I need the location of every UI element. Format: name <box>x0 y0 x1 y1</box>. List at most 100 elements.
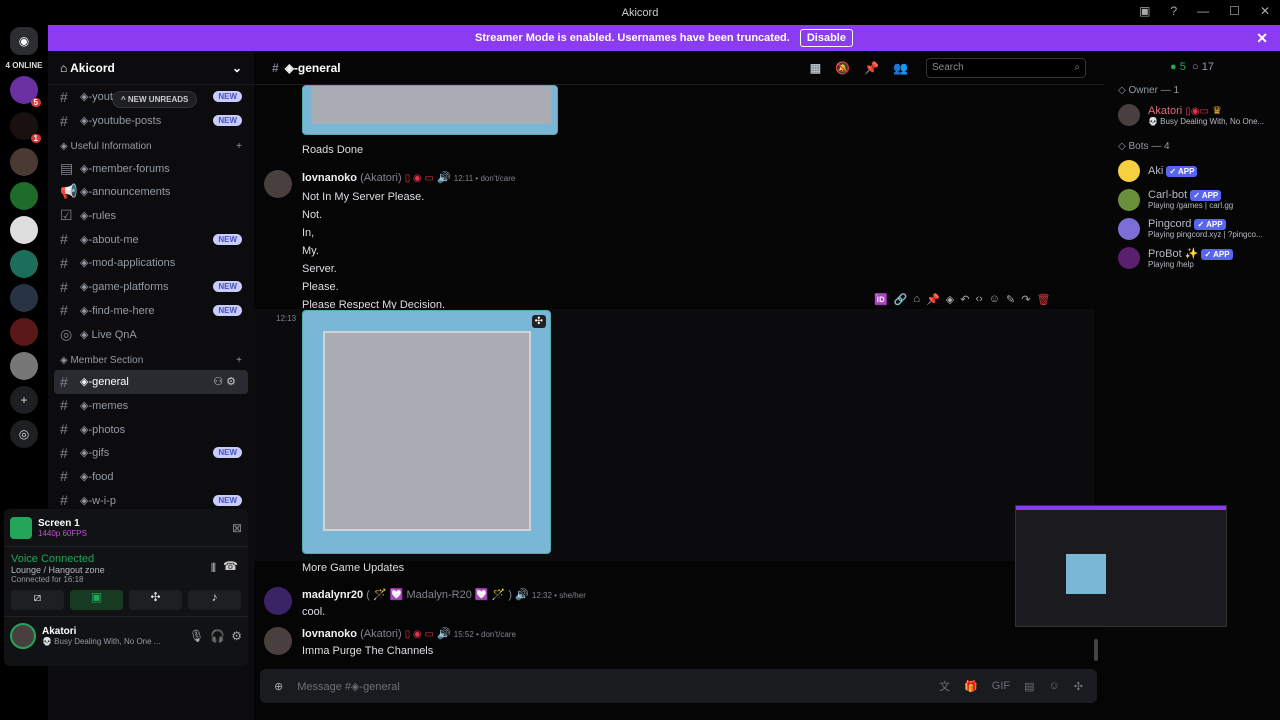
image-actions-icon[interactable]: ✣ <box>531 315 546 328</box>
server-icon[interactable]: 1 <box>10 112 41 143</box>
avatar[interactable] <box>264 170 292 198</box>
message-input[interactable]: Message #◈-general <box>297 680 925 693</box>
inbox-icon[interactable]: ▣ <box>1139 4 1150 18</box>
channel-item[interactable]: 📢 ◈-announcements <box>48 180 254 204</box>
delete-icon[interactable]: 🗑 <box>1036 293 1050 306</box>
add-server-icon[interactable]: + <box>10 386 38 414</box>
channel-item[interactable]: # ◈-mod-applications <box>48 251 254 275</box>
gif-icon[interactable]: GIF <box>992 680 1010 692</box>
gear-icon[interactable]: ⚙ <box>231 629 242 643</box>
activities-button[interactable]: ✣ <box>129 590 182 610</box>
emoji-icon[interactable]: ☺ <box>1049 680 1060 692</box>
speaker-icon: 🔊 <box>437 628 451 640</box>
channel-icon: # <box>60 254 68 271</box>
pin-icon[interactable]: 📌 <box>864 61 879 75</box>
channel-item[interactable]: # ◈-game-platforms NEW <box>48 275 254 299</box>
category-member-section[interactable]: ◈ Member Section + <box>48 346 254 370</box>
emoji-icon[interactable]: ☺ <box>989 293 1000 306</box>
channel-item[interactable]: # ◈-general ⚇ ⚙ <box>54 369 248 394</box>
close-button[interactable]: ✕ <box>1260 4 1270 18</box>
channel-item[interactable]: ☑ ◈-rules <box>48 204 254 228</box>
member-item[interactable]: Aki ✓ APP <box>1104 156 1280 185</box>
message-author[interactable]: madalynr20 <box>302 589 363 601</box>
message-image[interactable]: ✣ <box>302 310 551 554</box>
server-icon[interactable] <box>10 148 38 176</box>
disable-button[interactable]: Disable <box>799 29 853 47</box>
server-icon[interactable]: 5 <box>10 76 41 107</box>
channel-item[interactable]: ▤ ◈-member-forums <box>48 156 254 180</box>
plus-icon[interactable]: + <box>236 355 242 366</box>
message-author[interactable]: lovnanoko <box>302 172 357 184</box>
message-composer[interactable]: ⊕ Message #◈-general 文 🎁 GIF ▤ ☺ ✣ <box>260 669 1097 703</box>
edit-icon[interactable]: ✎ <box>1006 293 1015 306</box>
maximize-button[interactable]: ☐ <box>1229 4 1240 18</box>
channel-item[interactable]: # ◈-youtube-posts NEW <box>48 109 254 133</box>
channel-item[interactable]: ◎ ◈ Live QnA <box>48 322 254 346</box>
soundboard-button[interactable]: ♪ <box>188 590 241 610</box>
avatar[interactable] <box>264 627 292 655</box>
add-attachment-icon[interactable]: ⊕ <box>274 680 283 693</box>
discord-home-icon[interactable]: ◉ <box>10 27 38 55</box>
members-icon[interactable]: 👥 <box>893 61 908 75</box>
channel-icon: # <box>60 421 68 438</box>
code-icon[interactable]: ‹› <box>975 293 982 306</box>
stop-stream-icon[interactable]: ⊠ <box>232 521 242 535</box>
channel-item[interactable]: # ◈-yout NEW <box>48 85 254 109</box>
microphone-icon[interactable]: 🎙 <box>189 629 204 643</box>
mute-bell-icon[interactable]: 🔕 <box>835 61 850 75</box>
channel-icon: # <box>60 468 68 485</box>
minimize-button[interactable]: — <box>1197 4 1209 18</box>
scrollbar[interactable] <box>1094 639 1098 661</box>
invite-settings-icons[interactable]: ⚇ ⚙ <box>213 375 236 388</box>
pin-icon[interactable]: 📌 <box>926 293 940 306</box>
message-image[interactable] <box>302 85 558 135</box>
channel-item[interactable]: # ◈-gifs NEW <box>48 441 254 465</box>
screen-share-button[interactable]: ▣ <box>70 590 123 610</box>
search-input[interactable]: Search ⌕ <box>926 57 1086 78</box>
member-item[interactable]: Pingcord ✓ APP Playing pingcord.xyz | ?pi… <box>1104 214 1280 243</box>
stream-preview-pip[interactable] <box>1015 505 1227 627</box>
voice-channel[interactable]: Lounge / Hangout zone <box>11 565 241 575</box>
channel-item[interactable]: # ◈-memes <box>48 394 254 418</box>
close-icon[interactable]: ✕ <box>1256 30 1268 47</box>
server-icon[interactable] <box>10 216 38 244</box>
camera-button[interactable]: ⧄ <box>11 590 64 610</box>
threads-icon[interactable]: ▦ <box>810 61 821 75</box>
sticker-icon[interactable]: ▤ <box>1024 680 1034 693</box>
server-icon[interactable] <box>10 284 38 312</box>
channel-item[interactable]: # ◈-about-me NEW <box>48 227 254 251</box>
gift-icon[interactable]: 🎁 <box>964 680 978 693</box>
category-useful-information[interactable]: ◈ Useful Information + <box>48 132 254 156</box>
avatar[interactable] <box>10 623 36 649</box>
channel-item[interactable]: # ◈-photos <box>48 417 254 441</box>
user-status: 💀 Busy Dealing With, No One ... <box>42 637 161 646</box>
voice-status[interactable]: Voice Connected <box>11 553 241 565</box>
apps-icon[interactable]: ◈ <box>946 293 954 306</box>
thread-icon[interactable]: ⌂ <box>913 293 920 306</box>
server-icon[interactable] <box>10 318 38 346</box>
apps-icon[interactable]: ✣ <box>1074 680 1083 693</box>
server-icon[interactable] <box>10 182 38 210</box>
channel-item[interactable]: # ◈-find-me-here NEW <box>48 299 254 323</box>
member-item[interactable]: Akatori ▯◉▭ ♛ 💀 Busy Dealing With, No One… <box>1104 100 1280 129</box>
help-icon[interactable]: ? <box>1170 4 1177 18</box>
server-icon[interactable] <box>10 352 38 380</box>
headphones-icon[interactable]: 🎧 <box>210 629 225 643</box>
link-icon[interactable]: 🔗 <box>894 293 908 306</box>
noise-suppression-icon[interactable]: ⦀ <box>211 561 216 576</box>
new-badge: NEW <box>213 281 242 293</box>
server-icon[interactable] <box>10 250 38 278</box>
channel-item[interactable]: # ◈-food <box>48 465 254 489</box>
forward-icon[interactable]: ↷ <box>1021 293 1030 306</box>
plus-icon[interactable]: + <box>236 141 242 152</box>
member-item[interactable]: Carl-bot ✓ APP Playing /games | carl.gg <box>1104 185 1280 214</box>
avatar[interactable] <box>264 587 292 615</box>
discover-icon[interactable]: ◎ <box>10 420 38 448</box>
guild-header[interactable]: ⌂ Akicord ⌄ <box>48 51 254 85</box>
member-item[interactable]: ProBot ✨ ✓ APP Playing /help <box>1104 243 1280 272</box>
message-author[interactable]: lovnanoko <box>302 628 357 640</box>
id-icon[interactable]: 🆔 <box>874 293 888 306</box>
translate-icon[interactable]: 文 <box>939 678 950 694</box>
disconnect-icon[interactable]: ☎ <box>223 559 238 573</box>
reply-icon[interactable]: ↶ <box>960 293 969 306</box>
